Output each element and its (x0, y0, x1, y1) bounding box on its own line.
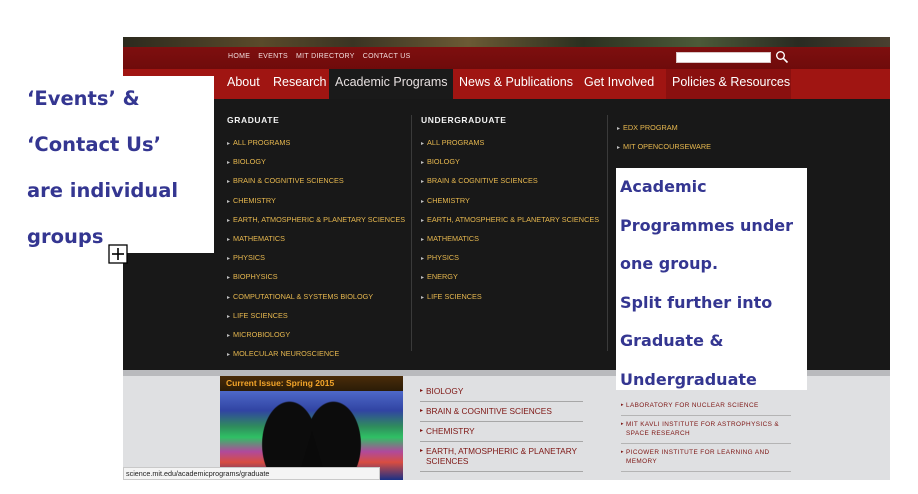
department-link[interactable]: CHEMISTRY (420, 422, 583, 442)
utility-link-contact-us[interactable]: CONTACT US (363, 53, 411, 60)
utility-link-home[interactable]: HOME (228, 53, 250, 60)
nav-get-involved[interactable]: Get Involved (578, 69, 660, 99)
graduate-list: ALL PROGRAMS BIOLOGY BRAIN & COGNITIVE S… (227, 134, 405, 364)
graduate-link[interactable]: BIOPHYSICS (227, 268, 405, 287)
undergraduate-column: UNDERGRADUATE ALL PROGRAMS BIOLOGY BRAIN… (421, 115, 599, 307)
menu-divider (607, 115, 608, 351)
mit-opencourseware-link[interactable]: MIT OPENCOURSEWARE (617, 138, 711, 157)
graduate-link[interactable]: MICROBIOLOGY (227, 326, 405, 345)
undergraduate-link[interactable]: ENERGY (421, 268, 599, 287)
other-programs-column: EDX PROGRAM MIT OPENCOURSEWARE (617, 119, 711, 157)
undergraduate-link[interactable]: PHYSICS (421, 249, 599, 268)
graduate-link[interactable]: ALL PROGRAMS (227, 134, 405, 153)
search-icon[interactable] (775, 50, 789, 64)
graduate-column: GRADUATE ALL PROGRAMS BIOLOGY BRAIN & CO… (227, 115, 405, 364)
main-navigation: About Research Academic Programs News & … (123, 69, 890, 99)
annotation-line: one group. (620, 254, 719, 274)
graduate-link[interactable]: MOLECULAR NEUROSCIENCE (227, 345, 405, 364)
current-issue-title: Current Issue: Spring 2015 (220, 376, 403, 391)
annotation-utility-groups: ‘Events’ & ‘Contact Us’ are individual g… (0, 76, 214, 253)
department-link[interactable]: BIOLOGY (420, 382, 583, 402)
graduate-link[interactable]: COMPUTATIONAL & SYSTEMS BIOLOGY (227, 288, 405, 307)
annotation-line: are individual (27, 179, 179, 202)
graduate-link[interactable]: MATHEMATICS (227, 230, 405, 249)
annotation-academic-programs: Academic Programmes under one group. Spl… (616, 168, 807, 390)
menu-divider (411, 115, 412, 351)
undergraduate-link[interactable]: LIFE SCIENCES (421, 288, 599, 307)
status-bar-url: science.mit.edu/academicprograms/graduat… (123, 467, 380, 480)
department-list: BIOLOGY BRAIN & COGNITIVE SCIENCES CHEMI… (420, 382, 583, 472)
current-issue-card[interactable]: Current Issue: Spring 2015 (220, 376, 403, 480)
annotation-line: Split further into (620, 292, 773, 312)
move-cursor-icon (108, 244, 128, 264)
lab-list: LABORATORY FOR NUCLEAR SCIENCE MIT KAVLI… (621, 397, 791, 472)
nav-about[interactable]: About (221, 69, 266, 99)
other-programs-list: EDX PROGRAM MIT OPENCOURSEWARE (617, 119, 711, 157)
graduate-link[interactable]: BIOLOGY (227, 153, 405, 172)
undergraduate-link[interactable]: CHEMISTRY (421, 192, 599, 211)
nav-news-publications[interactable]: News & Publications (453, 69, 579, 99)
utility-bar: HOME EVENTS MIT DIRECTORY CONTACT US (123, 47, 890, 69)
utility-link-mit-directory[interactable]: MIT DIRECTORY (296, 53, 355, 60)
utility-links: HOME EVENTS MIT DIRECTORY CONTACT US (228, 53, 411, 60)
annotation-line: Programmes under (620, 215, 794, 235)
lab-link[interactable]: MIT KAVLI INSTITUTE FOR ASTROPHYSICS & S… (621, 416, 791, 444)
lab-link[interactable]: LABORATORY FOR NUCLEAR SCIENCE (621, 397, 791, 416)
annotation-line: Graduate & (620, 331, 724, 351)
graduate-link[interactable]: EARTH, ATMOSPHERIC & PLANETARY SCIENCES (227, 211, 405, 230)
nav-academic-programs[interactable]: Academic Programs (329, 69, 453, 99)
undergraduate-list: ALL PROGRAMS BIOLOGY BRAIN & COGNITIVE S… (421, 134, 599, 307)
annotation-line: ‘Contact Us’ (27, 133, 161, 156)
edx-program-link[interactable]: EDX PROGRAM (617, 119, 711, 138)
undergraduate-link[interactable]: MATHEMATICS (421, 230, 599, 249)
undergraduate-link[interactable]: ALL PROGRAMS (421, 134, 599, 153)
utility-link-events[interactable]: EVENTS (258, 53, 288, 60)
nav-research[interactable]: Research (267, 69, 333, 99)
department-link[interactable]: BRAIN & COGNITIVE SCIENCES (420, 402, 583, 422)
graduate-link[interactable]: CHEMISTRY (227, 192, 405, 211)
annotation-line: Academic (620, 177, 707, 196)
nav-policies-resources[interactable]: Policies & Resources (666, 69, 791, 99)
graduate-link[interactable]: LIFE SCIENCES (227, 307, 405, 326)
graduate-link[interactable]: PHYSICS (227, 249, 405, 268)
search-input[interactable] (676, 52, 771, 63)
undergraduate-link[interactable]: EARTH, ATMOSPHERIC & PLANETARY SCIENCES (421, 211, 599, 230)
department-link[interactable]: EARTH, ATMOSPHERIC & PLANETARY SCIENCES (420, 442, 583, 472)
annotation-line: ‘Events’ & (27, 87, 140, 110)
header-photo-strip (123, 37, 890, 47)
graduate-link[interactable]: BRAIN & COGNITIVE SCIENCES (227, 172, 405, 191)
annotation-line: Undergraduate (620, 369, 757, 389)
undergraduate-heading: UNDERGRADUATE (421, 115, 507, 125)
graduate-heading: GRADUATE (227, 115, 280, 125)
lab-link[interactable]: PICOWER INSTITUTE FOR LEARNING AND MEMOR… (621, 444, 791, 472)
undergraduate-link[interactable]: BRAIN & COGNITIVE SCIENCES (421, 172, 599, 191)
undergraduate-link[interactable]: BIOLOGY (421, 153, 599, 172)
annotation-line: groups (27, 225, 104, 248)
